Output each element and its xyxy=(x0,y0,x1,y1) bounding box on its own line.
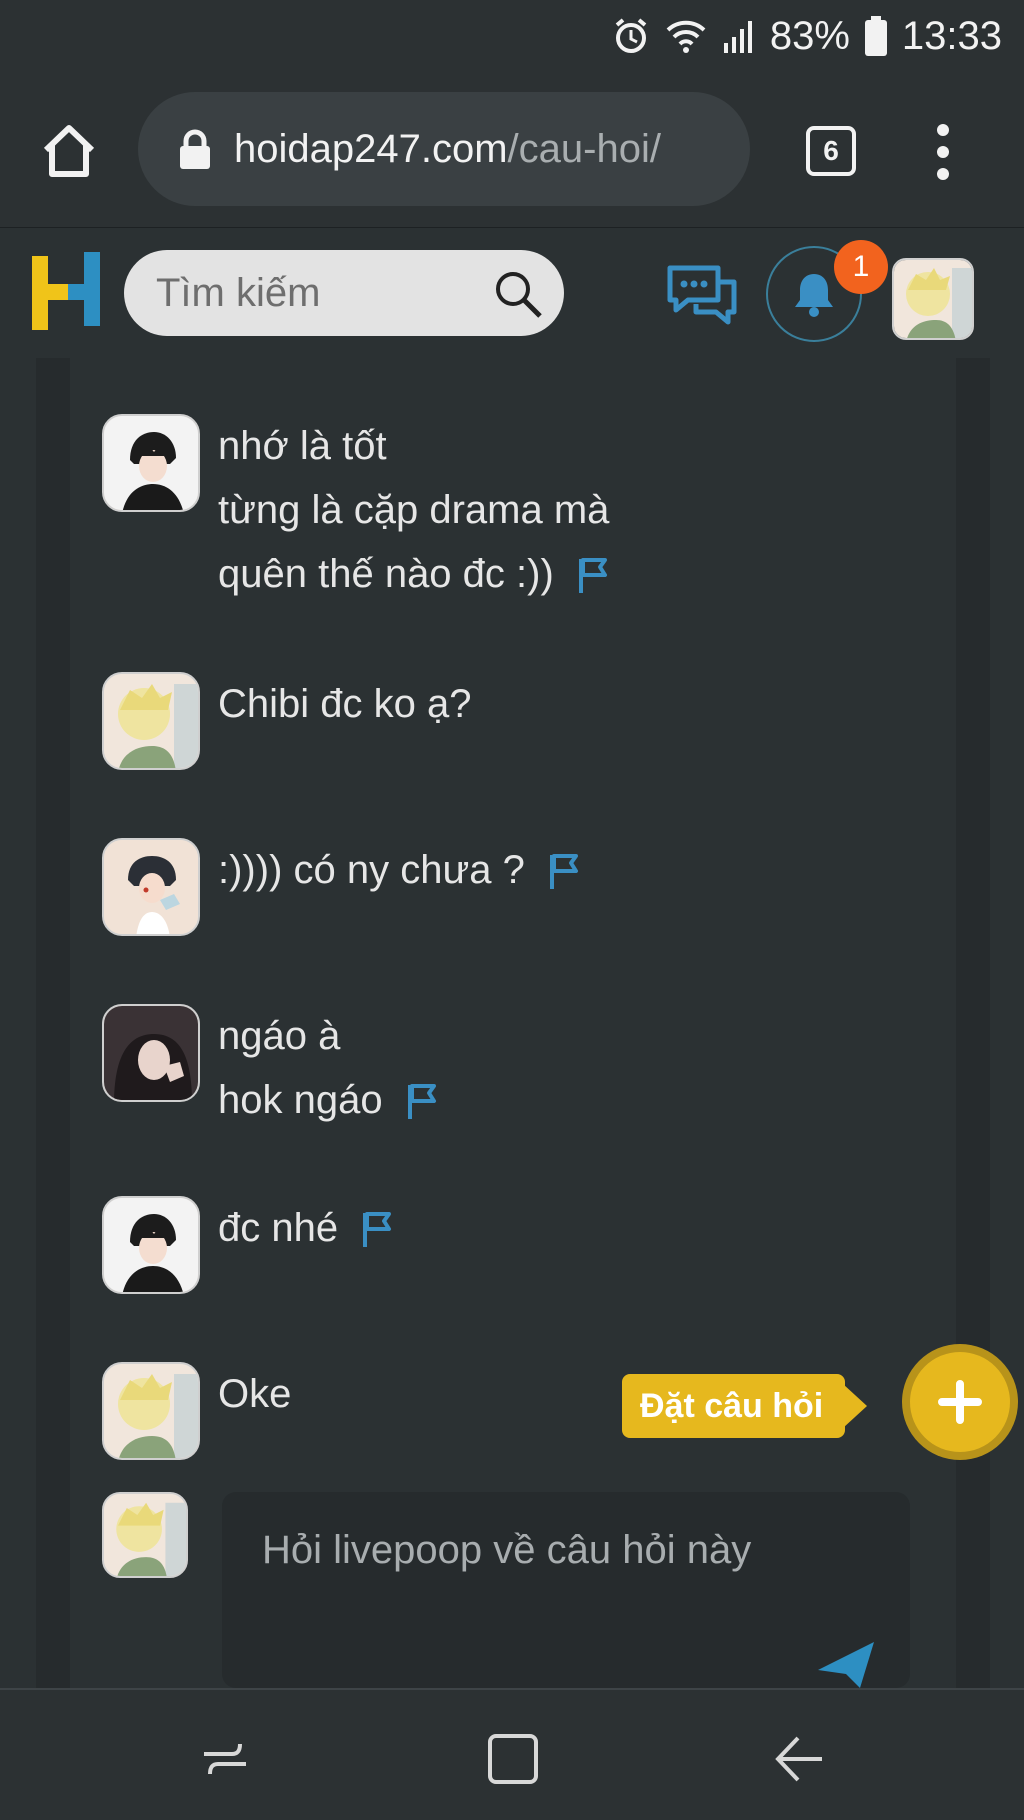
chat-icon[interactable] xyxy=(666,262,738,326)
plus-icon xyxy=(938,1380,982,1424)
search-input[interactable]: Tìm kiếm xyxy=(124,250,564,336)
system-nav-bar xyxy=(0,1688,1024,1820)
comment-line: ngáo à xyxy=(218,1014,341,1058)
list-item: đc nhé xyxy=(102,1196,394,1294)
reply-input[interactable]: Hỏi livepoop về câu hỏi này xyxy=(222,1492,910,1688)
flag-icon[interactable] xyxy=(547,851,581,889)
bell-icon xyxy=(795,274,833,317)
comment-line: đc nhé xyxy=(218,1206,339,1250)
url-path: /cau-hoi/ xyxy=(507,126,661,171)
battery-percent: 83% xyxy=(769,13,850,58)
lock-icon xyxy=(180,129,210,169)
avatar[interactable] xyxy=(102,672,200,770)
home-nav-icon[interactable] xyxy=(486,1732,540,1786)
avatar[interactable] xyxy=(102,414,200,512)
avatar[interactable] xyxy=(892,258,974,340)
address-bar[interactable]: hoidap247.com/cau-hoi/ xyxy=(138,92,750,206)
logo-icon[interactable] xyxy=(32,252,100,330)
home-icon[interactable] xyxy=(38,120,100,182)
list-item: nhớ là tốt từng là cặp drama mà quên thế… xyxy=(102,414,610,606)
avatar[interactable] xyxy=(102,838,200,936)
search-icon[interactable] xyxy=(492,268,544,320)
ask-question-label[interactable]: Đặt câu hỏi xyxy=(622,1374,868,1438)
list-item: :)))) có ny chưa ? xyxy=(102,838,581,936)
flag-icon[interactable] xyxy=(576,555,610,593)
comment-line: :)))) có ny chưa ? xyxy=(218,848,525,892)
comment-line: Oke xyxy=(218,1372,292,1416)
send-icon[interactable] xyxy=(816,1640,876,1688)
browser-toolbar: hoidap247.com/cau-hoi/ 6 xyxy=(0,72,1024,228)
signal-icon xyxy=(722,19,756,53)
search-placeholder: Tìm kiếm xyxy=(156,270,321,315)
reply-placeholder: Hỏi livepoop về câu hỏi này xyxy=(262,1528,752,1572)
alarm-icon xyxy=(612,17,650,55)
flag-icon[interactable] xyxy=(405,1081,439,1119)
tabs-icon[interactable]: 6 xyxy=(806,126,856,176)
avatar[interactable] xyxy=(102,1004,200,1102)
list-item: Chibi đc ko ạ? xyxy=(102,672,471,770)
status-bar: 83% 13:33 xyxy=(0,0,1024,72)
comment-line: hok ngáo xyxy=(218,1078,383,1122)
flag-icon[interactable] xyxy=(360,1209,394,1247)
site-header: Tìm kiếm 1 xyxy=(0,228,1024,358)
comment-line: Chibi đc ko ạ? xyxy=(218,682,472,726)
ask-question-button[interactable] xyxy=(910,1352,1010,1452)
list-item: ngáo à hok ngáo xyxy=(102,1004,439,1132)
battery-icon xyxy=(864,16,888,56)
avatar[interactable] xyxy=(102,1362,200,1460)
avatar[interactable] xyxy=(102,1196,200,1294)
comment-line: quên thế nào đc :)) xyxy=(218,552,554,596)
status-time: 13:33 xyxy=(901,13,1002,58)
comment-line: nhớ là tốt xyxy=(218,424,387,468)
wifi-icon xyxy=(664,18,708,54)
url-domain: hoidap247.com xyxy=(234,126,508,171)
avatar xyxy=(102,1492,188,1578)
back-icon[interactable] xyxy=(772,1732,826,1786)
menu-icon[interactable] xyxy=(928,122,958,182)
notification-badge: 1 xyxy=(834,240,888,294)
comment-line: từng là cặp drama mà xyxy=(218,488,610,532)
list-item: Oke xyxy=(102,1362,291,1460)
recent-apps-icon[interactable] xyxy=(198,1732,252,1786)
